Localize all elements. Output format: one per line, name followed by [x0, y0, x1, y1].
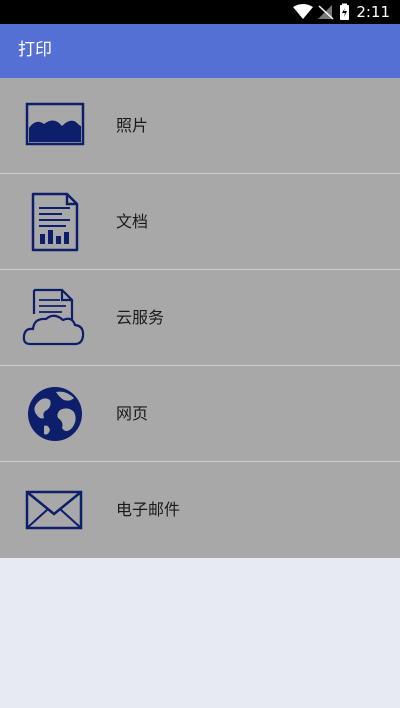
document-icon	[31, 192, 79, 252]
status-bar: 2:11	[0, 0, 400, 24]
page-title: 打印	[18, 40, 52, 60]
no-signal-icon	[318, 5, 334, 20]
menu-item-label: 照片	[116, 116, 149, 135]
menu-item-email[interactable]: 电子邮件	[0, 462, 400, 558]
status-time: 2:11	[356, 3, 390, 21]
globe-icon	[28, 387, 82, 441]
menu-item-photo[interactable]: 照片	[0, 78, 400, 174]
battery-icon	[340, 3, 349, 20]
menu-item-web[interactable]: 网页	[0, 366, 400, 462]
status-icons	[292, 3, 352, 21]
envelope-icon	[25, 490, 83, 530]
menu-item-label: 云服务	[116, 308, 165, 327]
menu-item-label: 电子邮件	[116, 500, 181, 519]
print-source-menu: 照片 文档 云服务 网页 电子邮件	[0, 78, 400, 558]
photo-icon	[25, 102, 85, 146]
menu-item-label: 文档	[116, 212, 149, 231]
menu-item-cloud[interactable]: 云服务	[0, 270, 400, 366]
app-bar: 打印	[0, 24, 400, 78]
cloud-document-icon	[22, 288, 85, 346]
wifi-icon	[293, 3, 349, 20]
menu-item-label: 网页	[116, 404, 149, 423]
menu-item-document[interactable]: 文档	[0, 174, 400, 270]
